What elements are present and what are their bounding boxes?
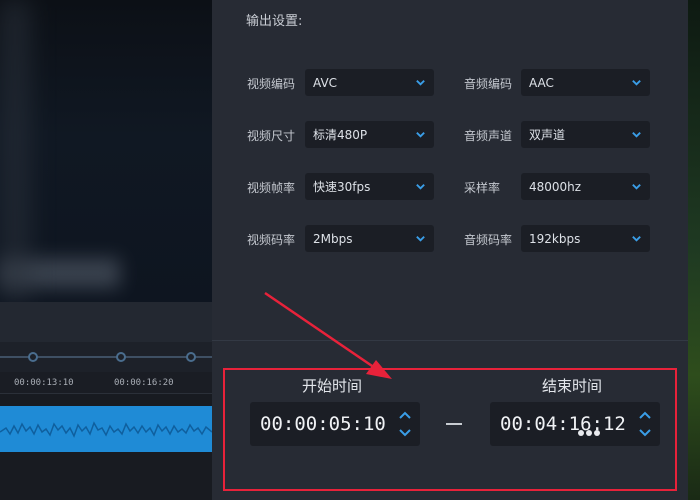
audio-bitrate-label: 音频码率 (464, 233, 513, 247)
audio-channel-select[interactable]: 双声道 (521, 121, 650, 148)
end-time-value: 00:04:16:12 (500, 413, 626, 435)
audio-codec-value: AAC (529, 75, 554, 90)
output-settings-title: 输出设置: (246, 14, 303, 29)
preview-blur (0, 0, 30, 302)
player-controls (0, 302, 212, 342)
video-framerate-select[interactable]: 快速30fps (305, 173, 434, 200)
video-codec-value: AVC (313, 75, 338, 90)
chevron-up-icon[interactable] (399, 411, 411, 419)
audio-bitrate-select[interactable]: 192kbps (521, 225, 650, 252)
chevron-down-icon (632, 184, 641, 190)
scrub-marker[interactable] (186, 352, 196, 362)
chevron-down-icon (632, 236, 641, 242)
video-framerate-label: 视频帧率 (247, 181, 296, 195)
end-time-spinner[interactable] (638, 406, 652, 442)
start-time-input[interactable]: 00:00:05:10 (250, 402, 420, 446)
start-time-spinner[interactable] (398, 406, 412, 442)
video-codec-label: 视频编码 (247, 77, 296, 91)
end-time-input[interactable]: 00:04:16:12 (490, 402, 660, 446)
audio-channel-label: 音频声道 (464, 129, 513, 143)
chevron-up-icon[interactable] (639, 411, 651, 419)
chevron-down-icon (416, 80, 425, 86)
video-size-label: 视频尺寸 (247, 129, 296, 143)
audio-codec-select[interactable]: AAC (521, 69, 650, 96)
video-preview (0, 0, 212, 302)
sample-rate-label: 采样率 (464, 181, 501, 195)
time-range-separator (446, 423, 462, 425)
ruler-tick-label: 00:00:16:20 (114, 378, 174, 388)
watermark-dots (578, 421, 602, 440)
chevron-down-icon (416, 236, 425, 242)
chevron-down-icon (416, 132, 425, 138)
chevron-down-icon (632, 80, 641, 86)
scrub-marker[interactable] (116, 352, 126, 362)
audio-channel-value: 双声道 (529, 128, 566, 142)
preview-and-timeline: 00:00:13:10 00:00:16:20 (0, 0, 212, 500)
chevron-down-icon[interactable] (399, 429, 411, 437)
video-bitrate-value: 2Mbps (313, 231, 353, 246)
sample-rate-select[interactable]: 48000hz (521, 173, 650, 200)
sample-rate-value: 48000hz (529, 179, 582, 194)
video-size-value: 标清480P (313, 128, 368, 142)
video-framerate-value: 快速30fps (313, 180, 371, 194)
ruler-tick-label: 00:00:13:10 (14, 378, 74, 388)
audio-bitrate-value: 192kbps (529, 231, 581, 246)
timeline-ruler: 00:00:13:10 00:00:16:20 (0, 372, 212, 394)
end-time-label: 结束时间 (542, 377, 603, 395)
audio-codec-label: 音频编码 (464, 77, 513, 91)
video-codec-select[interactable]: AVC (305, 69, 434, 96)
chevron-down-icon[interactable] (639, 429, 651, 437)
video-bitrate-select[interactable]: 2Mbps (305, 225, 434, 252)
start-time-value: 00:00:05:10 (260, 413, 386, 435)
scrub-marker[interactable] (28, 352, 38, 362)
audio-waveform (0, 421, 212, 438)
video-size-select[interactable]: 标清480P (305, 121, 434, 148)
background-edge (688, 0, 700, 500)
divider (212, 340, 688, 341)
chevron-down-icon (416, 184, 425, 190)
video-bitrate-label: 视频码率 (247, 233, 296, 247)
chevron-down-icon (632, 132, 641, 138)
start-time-label: 开始时间 (302, 377, 363, 395)
audio-track-clip[interactable] (0, 406, 212, 452)
